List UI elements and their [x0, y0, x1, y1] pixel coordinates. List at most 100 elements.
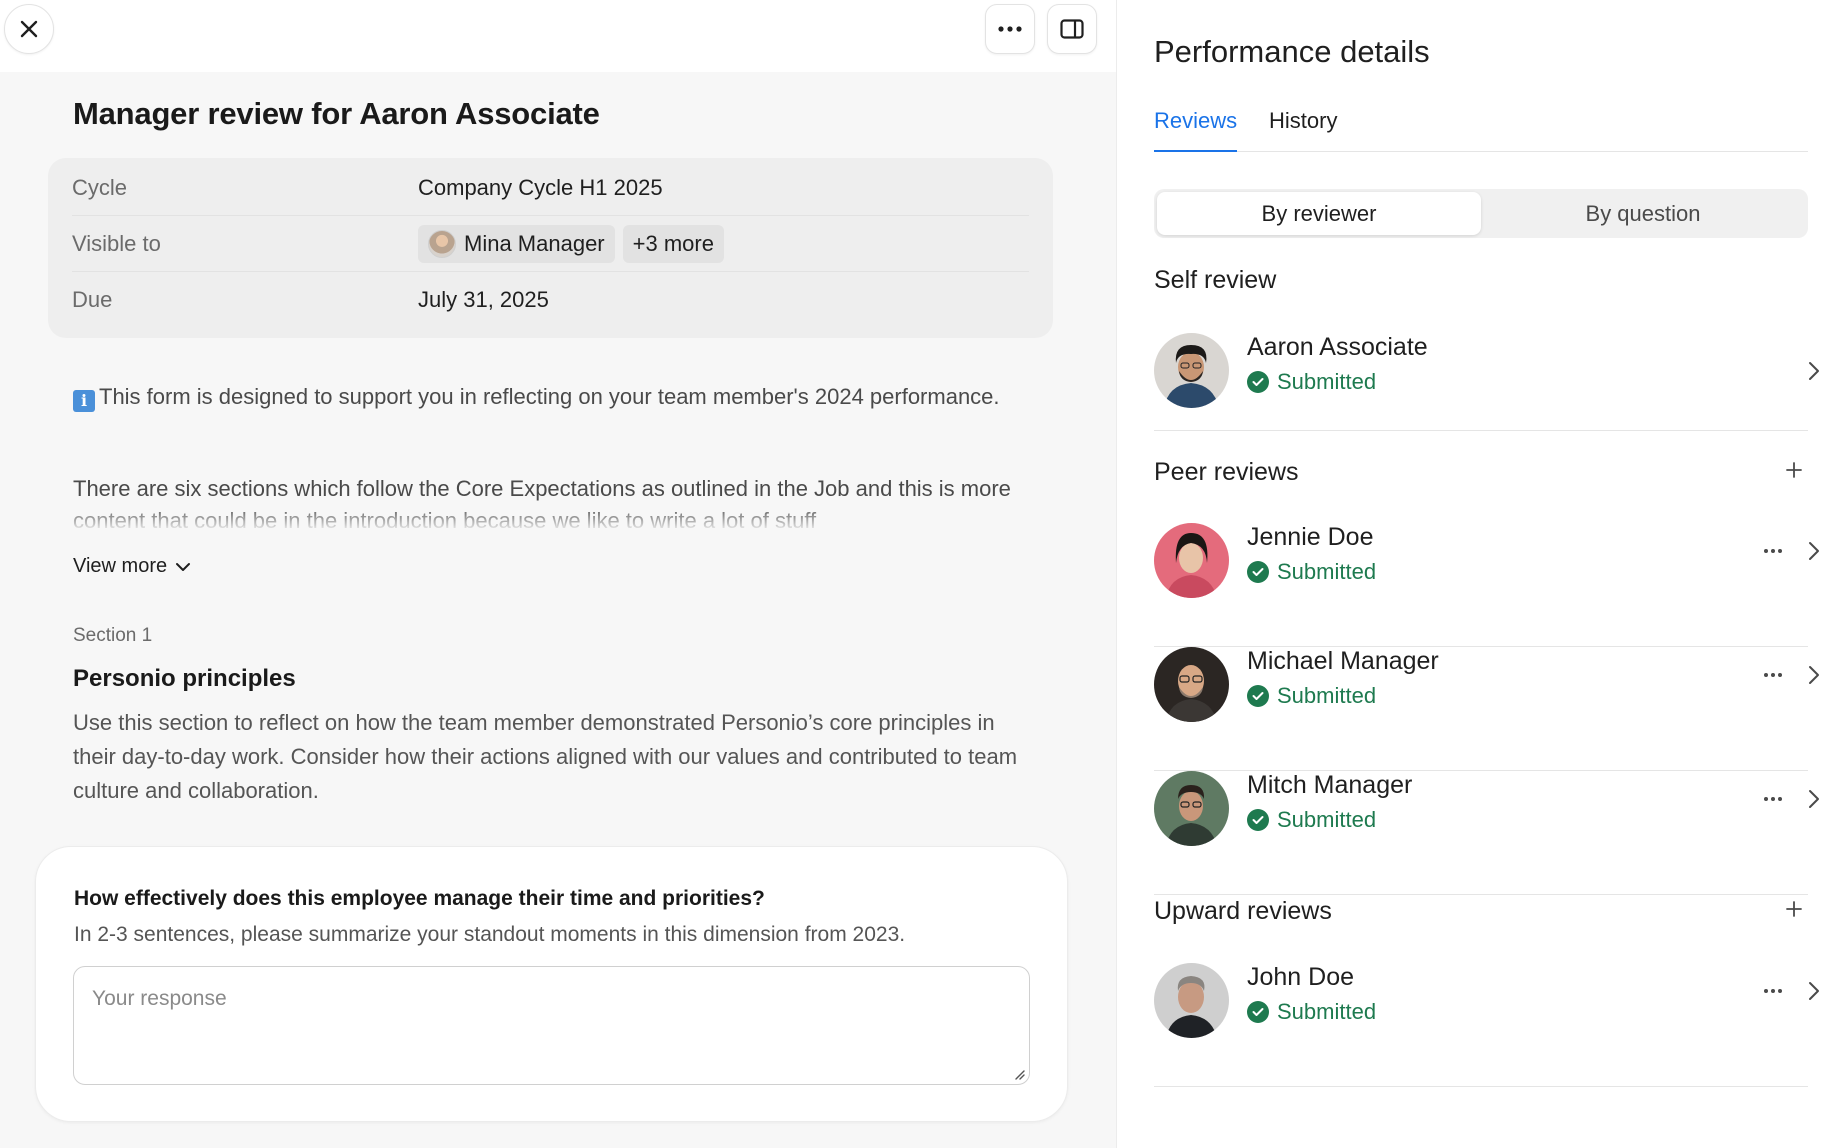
visible-to-row: Visible to Mina Manager +3 more	[72, 216, 1029, 272]
open-review-button[interactable]	[1804, 537, 1824, 565]
open-review-button[interactable]	[1804, 785, 1824, 813]
chevron-right-icon	[1809, 790, 1819, 808]
cycle-label: Cycle	[72, 174, 128, 200]
plus-icon	[1786, 901, 1802, 917]
tab-reviews[interactable]: Reviews	[1154, 108, 1238, 152]
status-text: Submitted	[1277, 369, 1377, 394]
view-toggle: By reviewer By question	[1154, 189, 1808, 238]
status-badge: Submitted	[1247, 683, 1376, 709]
reviewer-row-aaron[interactable]: Aaron Associate Submitted	[1154, 333, 1819, 431]
peer-reviews-heading: Peer reviews	[1154, 458, 1299, 486]
status-badge: Submitted	[1247, 999, 1376, 1025]
reviewer-name: Michael Manager	[1247, 647, 1439, 675]
view-more-button[interactable]: View more	[73, 555, 191, 578]
section-kicker: Section 1	[73, 625, 153, 646]
review-info-card: Cycle Company Cycle H1 2025 Visible to M…	[48, 158, 1053, 338]
question-title: How effectively does this employee manag…	[74, 887, 765, 910]
due-value: July 31, 2025	[418, 287, 549, 312]
avatar	[1154, 523, 1229, 598]
reviewer-options-button[interactable]	[1759, 537, 1787, 565]
visible-person-chip[interactable]: Mina Manager	[418, 224, 615, 263]
open-review-button[interactable]	[1804, 661, 1824, 689]
more-horizontal-icon	[1764, 673, 1782, 677]
more-options-button[interactable]	[985, 4, 1035, 54]
cycle-row: Cycle Company Cycle H1 2025	[72, 160, 1029, 216]
reviewer-name: Aaron Associate	[1247, 333, 1428, 361]
check-circle-icon	[1247, 561, 1269, 583]
check-circle-icon	[1247, 1001, 1269, 1023]
review-form-pane: Manager review for Aaron Associate Cycle…	[0, 0, 1116, 1148]
chevron-right-icon	[1809, 666, 1819, 684]
reviewer-row-mitch[interactable]: Mitch Manager Submitted	[1154, 771, 1819, 895]
check-circle-icon	[1247, 371, 1269, 393]
by-question-toggle[interactable]: By question	[1481, 192, 1805, 235]
chevron-right-icon	[1809, 982, 1819, 1000]
form-description-text: This form is designed to support you in …	[99, 384, 1000, 409]
open-review-button[interactable]	[1804, 977, 1824, 1005]
due-label: Due	[72, 287, 113, 312]
add-peer-review-button[interactable]	[1785, 456, 1803, 484]
visible-to-value: Mina Manager +3 more	[418, 224, 724, 263]
close-button[interactable]	[4, 4, 54, 54]
avatar	[1154, 647, 1229, 722]
add-upward-review-button[interactable]	[1785, 895, 1803, 923]
reviewer-row-jennie[interactable]: Jennie Doe Submitted	[1154, 523, 1819, 647]
form-description: i This form is designed to support you in…	[73, 381, 1033, 413]
status-badge: Submitted	[1247, 369, 1376, 395]
cycle-value: Company Cycle H1 2025	[418, 174, 663, 200]
more-horizontal-icon	[998, 26, 1022, 32]
due-row: Due July 31, 2025	[72, 272, 1029, 328]
check-circle-icon	[1247, 685, 1269, 707]
plus-icon	[1786, 462, 1802, 478]
reviewer-options-button[interactable]	[1759, 785, 1787, 813]
reviewer-name: John Doe	[1247, 963, 1355, 991]
reviewer-name: Mitch Manager	[1247, 771, 1413, 799]
reviewer-options-button[interactable]	[1759, 977, 1787, 1005]
reviewer-row-john[interactable]: John Doe Submitted	[1154, 963, 1819, 1087]
self-review-heading: Self review	[1154, 266, 1277, 294]
status-text: Submitted	[1277, 807, 1377, 832]
open-review-button[interactable]	[1804, 357, 1824, 385]
avatar	[1154, 771, 1229, 846]
chevron-right-icon	[1809, 362, 1819, 380]
reviewer-name: Jennie Doe	[1247, 523, 1374, 551]
avatar	[1154, 963, 1229, 1038]
question-subtitle: In 2-3 sentences, please summarize your …	[74, 923, 906, 946]
chevron-down-icon	[176, 562, 191, 571]
toggle-side-panel-button[interactable]	[1047, 4, 1097, 54]
upward-reviews-heading: Upward reviews	[1154, 897, 1332, 925]
top-toolbar	[0, 0, 1116, 72]
visible-more-chip[interactable]: +3 more	[622, 224, 724, 263]
more-horizontal-icon	[1764, 549, 1782, 553]
section-title: Personio principles	[73, 665, 296, 692]
visible-to-label: Visible to	[72, 230, 161, 256]
panel-title: Performance details	[1154, 34, 1430, 69]
performance-details-panel: Performance details Reviews History By r…	[1116, 0, 1824, 1148]
check-circle-icon	[1247, 809, 1269, 831]
question-card: How effectively does this employee manag…	[35, 846, 1068, 1122]
status-text: Submitted	[1277, 559, 1377, 584]
section-description: Use this section to reflect on how the t…	[73, 710, 1018, 803]
view-more-label: View more	[73, 555, 168, 577]
more-horizontal-icon	[1764, 989, 1782, 993]
page-title: Manager review for Aaron Associate	[73, 96, 600, 131]
status-badge: Submitted	[1247, 807, 1376, 833]
response-textarea[interactable]	[73, 966, 1030, 1085]
panel-toggle-icon	[1060, 19, 1084, 39]
status-text: Submitted	[1277, 999, 1377, 1024]
reviewer-row-michael[interactable]: Michael Manager Submitted	[1154, 647, 1819, 771]
visible-person-name: Mina Manager	[464, 230, 605, 256]
by-reviewer-toggle[interactable]: By reviewer	[1157, 192, 1481, 235]
more-horizontal-icon	[1764, 797, 1782, 801]
close-icon	[20, 20, 38, 38]
avatar	[428, 229, 456, 258]
chevron-right-icon	[1809, 542, 1819, 560]
panel-tabs: Reviews History	[1154, 100, 1808, 152]
reviewer-options-button[interactable]	[1759, 661, 1787, 689]
resize-handle-icon[interactable]	[1013, 1068, 1025, 1080]
tab-history[interactable]: History	[1269, 108, 1337, 134]
avatar	[1154, 333, 1229, 408]
status-badge: Submitted	[1247, 559, 1376, 585]
text-fade-overlay	[60, 505, 1040, 535]
status-text: Submitted	[1277, 683, 1377, 708]
